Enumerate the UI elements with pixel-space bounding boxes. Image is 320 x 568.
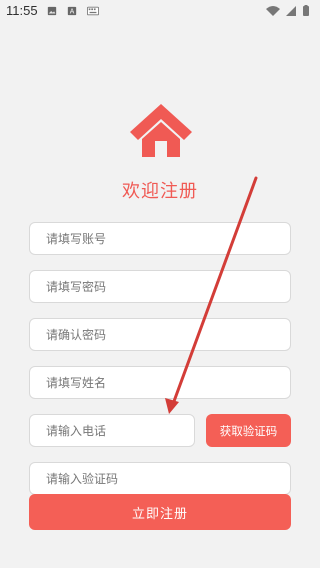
status-icons-right	[266, 5, 309, 16]
keyboard-icon	[87, 6, 99, 16]
home-logo-icon	[130, 104, 192, 157]
account-input[interactable]	[29, 222, 291, 255]
password-input[interactable]	[29, 270, 291, 303]
register-button[interactable]: 立即注册	[29, 494, 291, 530]
status-time: 11:55	[6, 3, 38, 18]
confirm-password-input[interactable]	[29, 318, 291, 351]
battery-icon	[303, 6, 309, 16]
signal-icon	[286, 6, 296, 16]
registration-screen: 欢迎注册 获取验证码 立即注册	[0, 24, 320, 568]
verification-code-input[interactable]	[29, 462, 291, 495]
a-box-icon: A	[67, 6, 77, 16]
wifi-icon	[266, 6, 280, 16]
status-bar: 11:55 A	[0, 0, 320, 24]
name-input[interactable]	[29, 366, 291, 399]
image-icon	[47, 6, 57, 16]
phone-input[interactable]	[29, 414, 195, 447]
svg-text:A: A	[70, 8, 75, 16]
get-verification-code-button[interactable]: 获取验证码	[206, 414, 291, 447]
page-title: 欢迎注册	[122, 181, 198, 202]
